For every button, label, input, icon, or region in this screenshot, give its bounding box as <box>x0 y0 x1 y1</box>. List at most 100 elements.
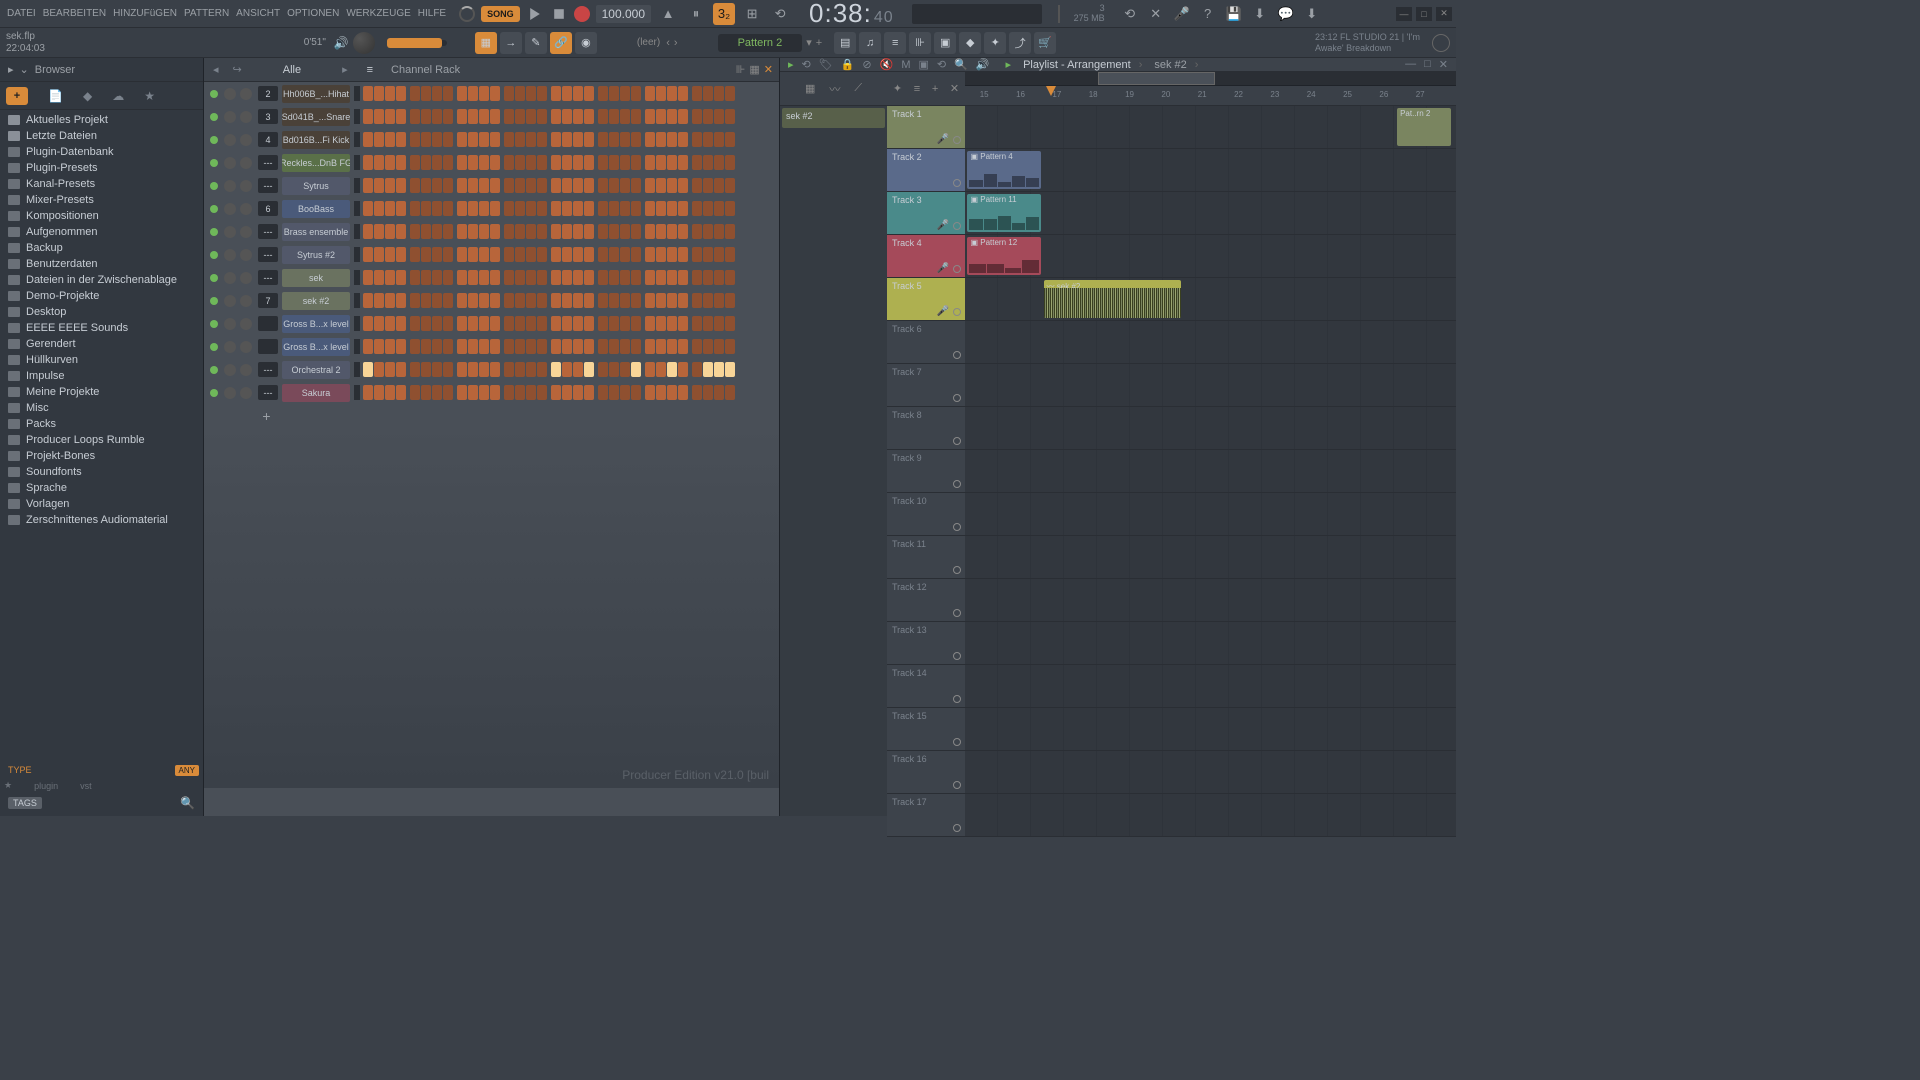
channel-selector[interactable] <box>354 178 360 193</box>
step-cell[interactable] <box>490 132 500 147</box>
pl-m1-icon[interactable]: M <box>899 59 912 71</box>
step-cell[interactable] <box>526 316 536 331</box>
step-cell[interactable] <box>551 385 561 400</box>
step-cell[interactable] <box>396 109 406 124</box>
step-cell[interactable] <box>537 224 547 239</box>
channel-pan-knob[interactable] <box>224 249 236 261</box>
browser-item[interactable]: Aufgenommen <box>0 224 203 240</box>
channel-route[interactable]: 6 <box>258 201 278 216</box>
step-cell[interactable] <box>537 362 547 377</box>
step-cell[interactable] <box>584 385 594 400</box>
step-cell[interactable] <box>551 247 561 262</box>
step-cell[interactable] <box>598 132 608 147</box>
step-cell[interactable] <box>504 293 514 308</box>
step-cell[interactable] <box>432 247 442 262</box>
browser-item[interactable]: Desktop <box>0 304 203 320</box>
news-globe-icon[interactable] <box>1432 34 1450 52</box>
pl-min-icon[interactable]: — <box>1403 58 1418 71</box>
step-cell[interactable] <box>374 132 384 147</box>
step-cell[interactable] <box>537 293 547 308</box>
step-cell[interactable] <box>562 201 572 216</box>
step-cell[interactable] <box>421 385 431 400</box>
step-cell[interactable] <box>479 201 489 216</box>
step-cell[interactable] <box>656 109 666 124</box>
channel-vol-knob[interactable] <box>240 157 252 169</box>
step-cell[interactable] <box>537 132 547 147</box>
step-cell[interactable] <box>667 362 677 377</box>
shop-icon[interactable]: 🛒 <box>1034 32 1056 54</box>
step-cell[interactable] <box>725 385 735 400</box>
master-pitch-slider[interactable] <box>387 40 447 46</box>
step-cell[interactable] <box>692 247 702 262</box>
step-cell[interactable] <box>385 293 395 308</box>
browser-item[interactable]: Meine Projekte <box>0 384 203 400</box>
step-cell[interactable] <box>725 109 735 124</box>
track-header[interactable]: Track 2 <box>887 149 965 192</box>
step-cell[interactable] <box>667 109 677 124</box>
playlist-grid-row[interactable]: ▣ Pattern 4 <box>965 149 1456 192</box>
step-cell[interactable] <box>620 293 630 308</box>
pl-zoom-icon[interactable]: 🔍 <box>952 58 970 71</box>
step-cell[interactable] <box>443 86 453 101</box>
step-cell[interactable] <box>725 247 735 262</box>
step-cell[interactable] <box>363 201 373 216</box>
step-cell[interactable] <box>526 339 536 354</box>
track-rec-dot[interactable] <box>953 824 961 832</box>
step-cell[interactable] <box>678 109 688 124</box>
menu-ansicht[interactable]: ANSICHT <box>233 6 283 21</box>
step-cell[interactable] <box>609 155 619 170</box>
track-header[interactable]: Track 8 <box>887 407 965 450</box>
step-cell[interactable] <box>725 86 735 101</box>
step-cell[interactable] <box>598 247 608 262</box>
playlist-grid-row[interactable] <box>965 579 1456 622</box>
step-cell[interactable] <box>631 316 641 331</box>
step-cell[interactable] <box>692 316 702 331</box>
step-cell[interactable] <box>410 178 420 193</box>
channel-route[interactable]: --- <box>258 270 278 285</box>
channel-name-button[interactable]: Sytrus <box>282 177 350 195</box>
step-cell[interactable] <box>645 385 655 400</box>
channel-route[interactable]: --- <box>258 362 278 377</box>
pl-m2-icon[interactable]: ▣ <box>917 58 931 71</box>
step-cell[interactable] <box>703 247 713 262</box>
step-cell[interactable] <box>551 86 561 101</box>
step-cell[interactable] <box>443 109 453 124</box>
step-cell[interactable] <box>432 178 442 193</box>
step-cell[interactable] <box>363 270 373 285</box>
step-cell[interactable] <box>667 270 677 285</box>
step-cell[interactable] <box>620 270 630 285</box>
clip-audio-wave[interactable]: 〰 sek #2 <box>1044 280 1181 318</box>
channel-mute-led[interactable] <box>210 205 218 213</box>
track-rec-dot[interactable] <box>953 523 961 531</box>
step-cell[interactable] <box>468 270 478 285</box>
step-cell[interactable] <box>504 155 514 170</box>
step-cell[interactable] <box>598 316 608 331</box>
channel-vol-knob[interactable] <box>240 364 252 376</box>
step-cell[interactable] <box>562 316 572 331</box>
step-cell[interactable] <box>490 362 500 377</box>
step-cell[interactable] <box>479 270 489 285</box>
playlist-play-icon[interactable]: ▸ <box>786 58 796 71</box>
step-cell[interactable] <box>432 155 442 170</box>
mic-icon[interactable]: 🎤 <box>1171 3 1193 25</box>
step-cell[interactable] <box>410 86 420 101</box>
step-cell[interactable] <box>656 270 666 285</box>
step-cell[interactable] <box>714 293 724 308</box>
step-cell[interactable] <box>479 339 489 354</box>
channel-name-button[interactable]: BooBass <box>282 200 350 218</box>
step-cell[interactable] <box>526 385 536 400</box>
step-cell[interactable] <box>656 362 666 377</box>
step-cell[interactable] <box>479 109 489 124</box>
track-header[interactable]: Track 11 <box>887 536 965 579</box>
track-mic-icon[interactable]: 🎤 <box>937 306 949 317</box>
step-cell[interactable] <box>573 224 583 239</box>
channel-mute-led[interactable] <box>210 228 218 236</box>
playlist-grid-row[interactable] <box>965 665 1456 708</box>
step-cell[interactable] <box>656 339 666 354</box>
browser-item[interactable]: Dateien in der Zwischenablage <box>0 272 203 288</box>
minimize-button[interactable]: — <box>1396 7 1412 21</box>
song-pat-toggle[interactable]: SONG <box>481 6 520 22</box>
step-cell[interactable] <box>385 362 395 377</box>
playlist-grid-row[interactable] <box>965 622 1456 665</box>
step-cell[interactable] <box>363 178 373 193</box>
